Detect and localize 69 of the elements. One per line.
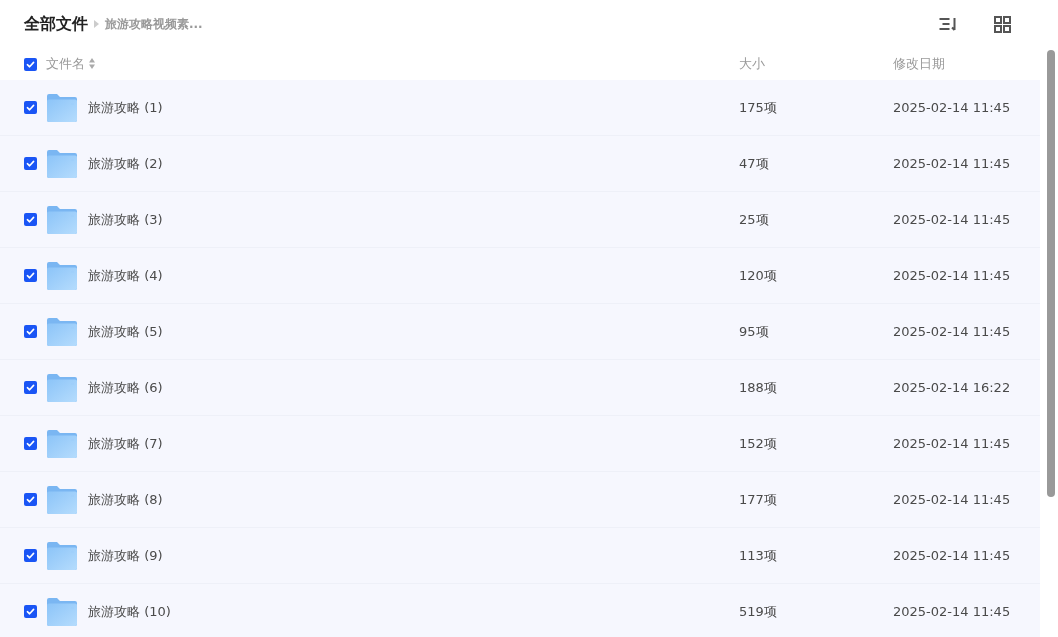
caret-icon bbox=[94, 20, 99, 28]
folder-icon bbox=[47, 205, 77, 234]
modified-date: 2025-02-14 11:45 bbox=[893, 323, 1011, 339]
file-name[interactable]: 旅游攻略 (6) bbox=[88, 377, 163, 398]
file-name[interactable]: 旅游攻略 (9) bbox=[88, 545, 163, 566]
file-name[interactable]: 旅游攻略 (5) bbox=[88, 321, 163, 342]
page-title: 全部文件 bbox=[24, 13, 88, 35]
modified-date: 2025-02-14 16:22 bbox=[893, 379, 1011, 395]
item-count: 120项 bbox=[739, 267, 777, 283]
item-count: 177项 bbox=[739, 491, 777, 507]
folder-icon bbox=[47, 93, 77, 122]
item-count: 95项 bbox=[739, 323, 769, 339]
file-name[interactable]: 旅游攻略 (7) bbox=[88, 433, 163, 454]
file-name[interactable]: 旅游攻略 (2) bbox=[88, 153, 163, 174]
file-name[interactable]: 旅游攻略 (10) bbox=[88, 601, 171, 622]
file-row[interactable]: 旅游攻略 (2) 47项 2025-02-14 11:45 bbox=[0, 136, 1040, 192]
file-name[interactable]: 旅游攻略 (4) bbox=[88, 265, 163, 286]
file-name[interactable]: 旅游攻略 (8) bbox=[88, 489, 163, 510]
modified-date: 2025-02-14 11:45 bbox=[893, 547, 1011, 563]
modified-date: 2025-02-14 11:45 bbox=[893, 491, 1011, 507]
item-count: 113项 bbox=[739, 547, 777, 563]
sort-arrows-icon bbox=[89, 58, 95, 70]
file-row[interactable]: 旅游攻略 (5) 95项 2025-02-14 11:45 bbox=[0, 304, 1040, 360]
folder-icon bbox=[47, 597, 77, 626]
item-count: 47项 bbox=[739, 155, 769, 171]
checkbox[interactable] bbox=[24, 381, 37, 394]
item-count: 152项 bbox=[739, 435, 777, 451]
modified-date: 2025-02-14 11:45 bbox=[893, 211, 1011, 227]
file-name[interactable]: 旅游攻略 (3) bbox=[88, 209, 163, 230]
grid-icon bbox=[994, 15, 1011, 33]
modified-date: 2025-02-14 11:45 bbox=[893, 603, 1011, 619]
file-name[interactable]: 旅游攻略 (1) bbox=[88, 97, 163, 118]
folder-icon bbox=[47, 149, 77, 178]
sort-button[interactable] bbox=[938, 16, 957, 32]
item-count: 519项 bbox=[739, 603, 777, 619]
folder-icon bbox=[47, 373, 77, 402]
file-row[interactable]: 旅游攻略 (4) 120项 2025-02-14 11:45 bbox=[0, 248, 1040, 304]
modified-date: 2025-02-14 11:45 bbox=[893, 267, 1011, 283]
checkbox[interactable] bbox=[24, 213, 37, 226]
checkbox[interactable] bbox=[24, 325, 37, 338]
sort-icon bbox=[938, 16, 957, 32]
item-count: 188项 bbox=[739, 379, 777, 395]
modified-date: 2025-02-14 11:45 bbox=[893, 155, 1011, 171]
checkbox[interactable] bbox=[24, 605, 37, 618]
scrollbar-thumb[interactable] bbox=[1047, 50, 1055, 497]
folder-icon bbox=[47, 317, 77, 346]
checkbox[interactable] bbox=[24, 493, 37, 506]
file-row[interactable]: 旅游攻略 (7) 152项 2025-02-14 11:45 bbox=[0, 416, 1040, 472]
file-row[interactable]: 旅游攻略 (8) 177项 2025-02-14 11:45 bbox=[0, 472, 1040, 528]
grid-view-button[interactable] bbox=[994, 15, 1011, 33]
modified-date: 2025-02-14 11:45 bbox=[893, 435, 1011, 451]
folder-icon bbox=[47, 485, 77, 514]
checkbox[interactable] bbox=[24, 57, 37, 71]
file-row[interactable]: 旅游攻略 (9) 113项 2025-02-14 11:45 bbox=[0, 528, 1040, 584]
file-row[interactable]: 旅游攻略 (1) 175项 2025-02-14 11:45 bbox=[0, 80, 1040, 136]
folder-icon bbox=[47, 541, 77, 570]
folder-icon bbox=[47, 429, 77, 458]
checkbox[interactable] bbox=[24, 101, 37, 114]
checkbox[interactable] bbox=[24, 549, 37, 562]
item-count: 175项 bbox=[739, 99, 777, 115]
file-row[interactable]: 旅游攻略 (10) 519项 2025-02-14 11:45 bbox=[0, 584, 1040, 637]
modified-date: 2025-02-14 11:45 bbox=[893, 99, 1011, 115]
file-row[interactable]: 旅游攻略 (6) 188项 2025-02-14 16:22 bbox=[0, 360, 1040, 416]
checkbox[interactable] bbox=[24, 437, 37, 450]
item-count: 25项 bbox=[739, 211, 769, 227]
checkbox[interactable] bbox=[24, 269, 37, 282]
checkbox[interactable] bbox=[24, 157, 37, 170]
file-row[interactable]: 旅游攻略 (3) 25项 2025-02-14 11:45 bbox=[0, 192, 1040, 248]
folder-icon bbox=[47, 261, 77, 290]
